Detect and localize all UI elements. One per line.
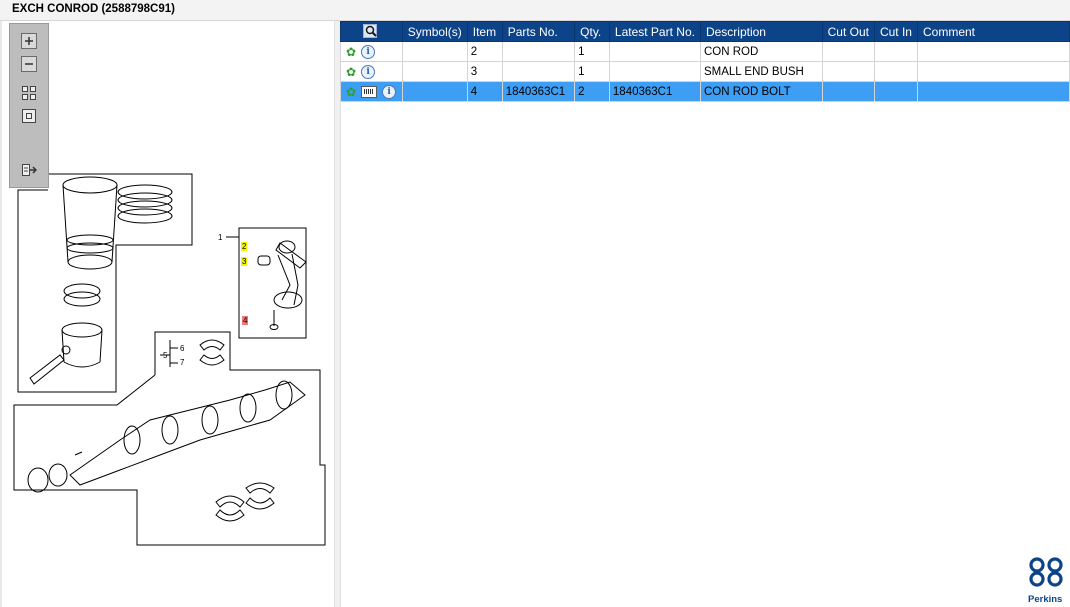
- cell-cut-in[interactable]: [873, 81, 918, 102]
- table-row[interactable]: ✿ i 3 1 SMALL END BUSH: [340, 61, 1070, 82]
- column-cut-out[interactable]: Cut Out: [821, 21, 875, 42]
- gear-icon[interactable]: ✿: [346, 66, 356, 78]
- cell-item[interactable]: 2: [466, 41, 503, 62]
- column-item[interactable]: Item: [466, 21, 503, 42]
- fit-all-icon[interactable]: [20, 84, 38, 102]
- actual-size-icon[interactable]: [20, 107, 38, 125]
- row-icons: ✿ i: [340, 81, 403, 102]
- diagram-outline-conrod: [238, 227, 307, 339]
- row-icons: ✿ i: [340, 61, 403, 82]
- zoom-in-icon[interactable]: [20, 32, 38, 50]
- callout-6[interactable]: 6: [179, 344, 185, 353]
- column-symbols[interactable]: Symbol(s): [401, 21, 468, 42]
- callout-7[interactable]: 7: [179, 358, 185, 367]
- column-parts-no[interactable]: Parts No.: [501, 21, 576, 42]
- export-icon[interactable]: [20, 161, 38, 179]
- callout-5[interactable]: 5: [162, 351, 168, 360]
- column-comment[interactable]: Comment: [916, 21, 1070, 42]
- cell-item[interactable]: 4: [466, 81, 503, 102]
- gear-icon[interactable]: ✿: [346, 46, 356, 58]
- viewer-toolbar: [9, 23, 49, 188]
- column-latest-part-no[interactable]: Latest Part No.: [608, 21, 701, 42]
- cell-comment[interactable]: [916, 41, 1070, 62]
- cell-latest-part-no[interactable]: [608, 61, 701, 82]
- cell-symbols[interactable]: [401, 61, 468, 82]
- pane-edge: [0, 21, 2, 607]
- cell-parts-no[interactable]: [501, 61, 576, 82]
- cell-qty[interactable]: 1: [574, 61, 610, 82]
- info-icon[interactable]: i: [382, 84, 397, 99]
- cell-parts-no[interactable]: 1840363C1: [501, 81, 576, 102]
- brand-name: Perkins: [1028, 594, 1063, 605]
- cell-symbols[interactable]: [401, 81, 468, 102]
- parts-table: Symbol(s) Item Parts No. Qty. Latest Par…: [340, 21, 1070, 102]
- window-title: EXCH CONROD (2588798C91): [12, 3, 175, 15]
- table-header-row: Symbol(s) Item Parts No. Qty. Latest Par…: [340, 21, 1070, 42]
- column-cut-in[interactable]: Cut In: [873, 21, 918, 42]
- diagram-pane[interactable]: 1 2 3 4 5 6 7: [0, 21, 334, 607]
- gear-icon[interactable]: ✿: [346, 86, 356, 98]
- cell-description[interactable]: CON ROD: [699, 41, 823, 62]
- cell-cut-out[interactable]: [821, 61, 875, 82]
- info-icon[interactable]: i: [361, 44, 376, 59]
- cell-qty[interactable]: 2: [574, 81, 610, 102]
- callout-3[interactable]: 3: [241, 257, 248, 266]
- cell-parts-no[interactable]: [501, 41, 576, 62]
- cell-latest-part-no[interactable]: 1840363C1: [608, 81, 701, 102]
- cell-cut-in[interactable]: [873, 41, 918, 62]
- cell-symbols[interactable]: [401, 41, 468, 62]
- parts-grid-pane: Symbol(s) Item Parts No. Qty. Latest Par…: [340, 21, 1070, 607]
- column-qty[interactable]: Qty.: [574, 21, 610, 42]
- cell-cut-in[interactable]: [873, 61, 918, 82]
- cell-description[interactable]: CON ROD BOLT: [699, 81, 823, 102]
- table-row-selected[interactable]: ✿ i 4 1840363C1 2 1840363C1 CON ROD BOLT: [340, 81, 1070, 102]
- cell-comment[interactable]: [916, 61, 1070, 82]
- scan-icon[interactable]: [361, 85, 378, 98]
- info-icon[interactable]: i: [361, 64, 376, 79]
- callout-4[interactable]: 4: [242, 316, 249, 325]
- callout-1[interactable]: 1: [217, 233, 223, 242]
- cell-comment[interactable]: [916, 81, 1070, 102]
- callout-2[interactable]: 2: [241, 242, 248, 251]
- row-icons: ✿ i: [340, 41, 403, 62]
- window-titlebar: EXCH CONROD (2588798C91): [0, 0, 1070, 21]
- table-row[interactable]: ✿ i 2 1 CON ROD: [340, 41, 1070, 62]
- search-icon[interactable]: [363, 24, 379, 39]
- cell-cut-out[interactable]: [821, 41, 875, 62]
- cell-qty[interactable]: 1: [574, 41, 610, 62]
- cell-item[interactable]: 3: [466, 61, 503, 82]
- column-search-header[interactable]: [340, 21, 403, 42]
- column-description[interactable]: Description: [699, 21, 823, 42]
- cell-description[interactable]: SMALL END BUSH: [699, 61, 823, 82]
- cell-latest-part-no[interactable]: [608, 41, 701, 62]
- zoom-out-icon[interactable]: [20, 55, 38, 73]
- parts-diagram[interactable]: [0, 21, 334, 607]
- cell-cut-out[interactable]: [821, 81, 875, 102]
